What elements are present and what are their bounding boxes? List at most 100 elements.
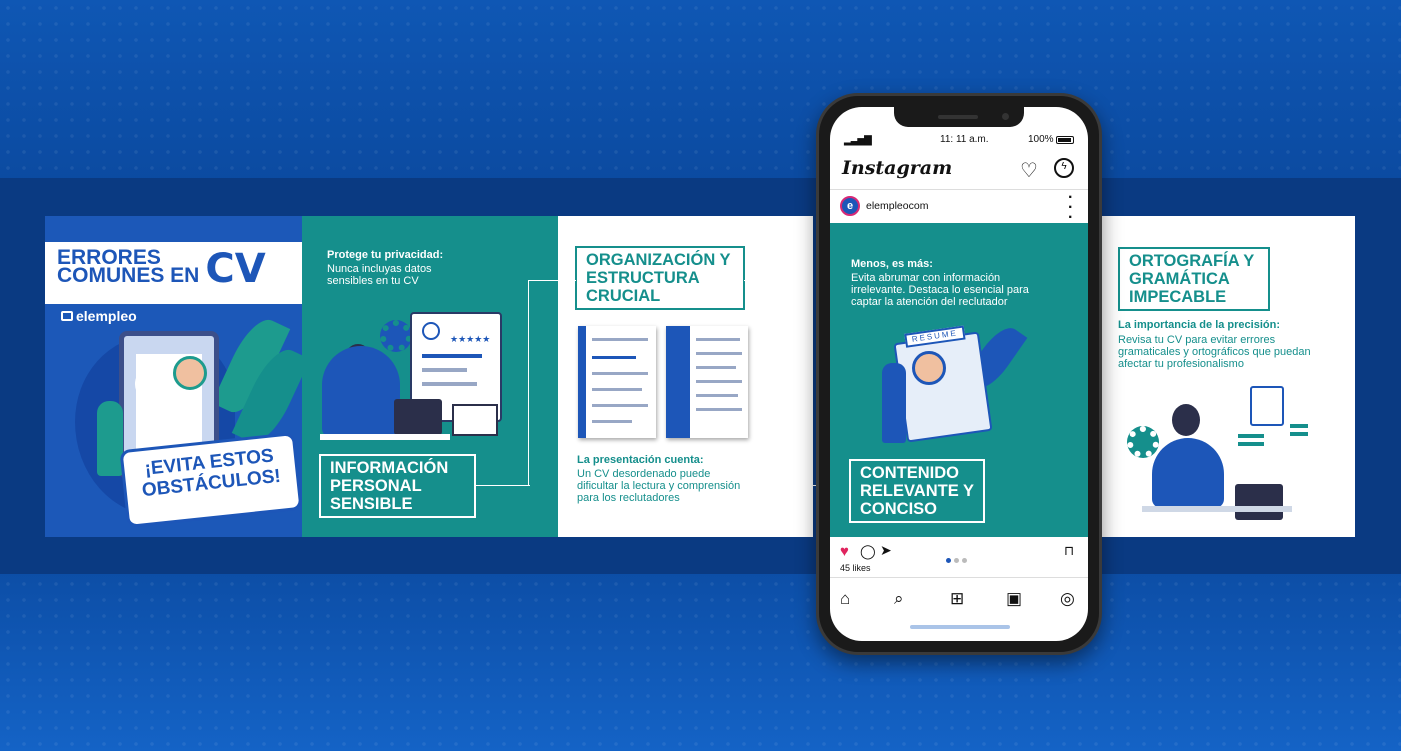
resume-line <box>696 408 742 411</box>
divider <box>830 577 1088 578</box>
messenger-icon[interactable]: ϟ <box>1054 158 1074 178</box>
resume-line <box>592 404 648 407</box>
profile-icon[interactable]: ◎ <box>1060 589 1075 609</box>
brand-logo: elempleo <box>61 308 137 324</box>
carousel-dot <box>954 558 959 563</box>
laptop-icon <box>1235 484 1283 520</box>
reels-icon[interactable]: ▣ <box>1006 589 1022 609</box>
resume-line <box>592 356 636 359</box>
more-options-icon[interactable]: · · · <box>1068 190 1073 226</box>
woman-head-illustration <box>1172 404 1200 436</box>
resume-line <box>592 338 648 341</box>
phone-mockup: ▂▃▅▇ 11: 11 a.m. 100% Instagram ♡ ϟ e el… <box>816 93 1102 655</box>
person-illustration <box>882 363 906 443</box>
connector-line <box>474 280 530 486</box>
slide-text: Nunca incluyas datos sensibles en tu CV <box>327 263 432 287</box>
heart-icon[interactable]: ♡ <box>1020 158 1038 183</box>
slide-text: Un CV desordenado puede dificultar la le… <box>577 468 741 504</box>
gear-icon <box>1127 426 1159 458</box>
search-icon[interactable]: ⌕ <box>894 589 904 609</box>
card-line <box>422 368 467 372</box>
resume-line <box>696 394 738 397</box>
slide-text: Revisa tu CV para evitar errores gramati… <box>1118 334 1311 370</box>
resume-sample-illustration <box>666 326 748 438</box>
post-username[interactable]: elempleocom <box>866 200 928 212</box>
magnifier-icon <box>135 366 171 402</box>
woman-illustration <box>1152 438 1224 508</box>
decorative-bar <box>1290 432 1308 436</box>
cover-title-line2: COMUNES EN <box>57 264 200 287</box>
status-time: 11: 11 a.m. <box>940 134 989 145</box>
status-bar: ▂▃▅▇ 11: 11 a.m. 100% <box>830 133 1088 149</box>
post-actions: ♥ ◯ ➤ ⊓ <box>830 541 1088 563</box>
battery-icon <box>1056 136 1074 144</box>
laptop-icon <box>394 399 442 435</box>
phone-screen: ▂▃▅▇ 11: 11 a.m. 100% Instagram ♡ ϟ e el… <box>830 107 1088 641</box>
slide-heading: Protege tu privacidad: <box>327 249 444 261</box>
carousel-slide-spelling: ORTOGRAFÍA Y GRAMÁTICA IMPECABLE La impo… <box>1102 216 1355 537</box>
resume-sidebar <box>666 326 690 438</box>
resume-illustration: RESUME <box>893 325 993 443</box>
decorative-bar <box>1238 434 1264 438</box>
woman-illustration <box>322 346 400 438</box>
card-line <box>422 382 477 386</box>
slide-heading: La importancia de la precisión: <box>1118 319 1280 331</box>
resume-line <box>696 380 742 383</box>
resume-line <box>592 420 632 423</box>
signal-icon: ▂▃▅▇ <box>844 135 872 146</box>
slide-box-title: CONTENIDO RELEVANTE Y CONCISO <box>849 459 985 523</box>
desk-illustration <box>320 434 450 440</box>
carousel-indicator <box>946 550 970 568</box>
bottom-nav: ⌂ ⌕ ⊞ ▣ ◎ <box>830 579 1088 619</box>
resume-line <box>592 388 642 391</box>
brand-logo-text: elempleo <box>76 308 137 324</box>
bookmark-icon[interactable]: ⊓ <box>1064 543 1074 559</box>
cover-title: ERRORES COMUNES EN CV <box>45 242 302 304</box>
phone-notch <box>894 107 1024 127</box>
share-icon[interactable]: ➤ <box>880 542 892 559</box>
candidate-avatar-illustration <box>173 356 207 390</box>
person-illustration <box>97 401 123 476</box>
card-line <box>422 354 482 358</box>
slide-box-title: ORGANIZACIÓN Y ESTRUCTURA CRUCIAL <box>575 246 745 310</box>
resume-line <box>696 338 740 341</box>
comment-icon[interactable]: ◯ <box>860 543 876 560</box>
carousel-dot-active <box>946 558 951 563</box>
likes-count: 45 likes <box>840 563 871 573</box>
gear-icon <box>380 320 412 352</box>
avatar[interactable]: e <box>840 196 860 216</box>
add-post-icon[interactable]: ⊞ <box>950 589 964 609</box>
post-image[interactable]: Menos, es más: Evita abrumar con informa… <box>830 223 1088 537</box>
instagram-header: Instagram ♡ ϟ <box>830 153 1088 187</box>
profile-card-illustration <box>1250 386 1284 426</box>
connector-line <box>744 280 786 486</box>
slide-text: Evita abrumar con información irrelevant… <box>851 272 1029 308</box>
battery-percent: 100% <box>1028 134 1054 145</box>
home-indicator[interactable] <box>910 625 1010 629</box>
cover-title-cv: CV <box>205 246 266 292</box>
carousel-dot <box>962 558 967 563</box>
home-icon[interactable]: ⌂ <box>840 589 850 609</box>
camera-icon <box>1002 113 1009 120</box>
slide-heading: La presentación cuenta: <box>577 454 704 466</box>
resume-line <box>696 352 742 355</box>
heart-icon[interactable]: ♥ <box>840 543 849 560</box>
resume-line <box>592 372 648 375</box>
post-header: e elempleocom · · · <box>830 190 1088 226</box>
slide-box-title: INFORMACIÓN PERSONAL SENSIBLE <box>319 454 476 518</box>
candidate-avatar-illustration <box>912 351 946 385</box>
slide-box-title: ORTOGRAFÍA Y GRAMÁTICA IMPECABLE <box>1118 247 1270 311</box>
connector-line <box>528 280 576 486</box>
speaker <box>938 115 978 119</box>
resume-line <box>696 366 736 369</box>
resume-label: RESUME <box>904 325 966 348</box>
desk-illustration <box>1142 506 1292 512</box>
slide-heading: Menos, es más: <box>851 258 933 270</box>
carousel-slide-cover: ERRORES COMUNES EN CV elempleo ¡EVITA ES… <box>45 216 302 537</box>
decorative-bar <box>1238 442 1264 446</box>
divider <box>830 189 1088 190</box>
user-icon <box>422 322 440 340</box>
instagram-logo: Instagram <box>842 157 953 179</box>
decorative-bar <box>1290 424 1308 428</box>
brand-logo-icon <box>61 311 73 321</box>
